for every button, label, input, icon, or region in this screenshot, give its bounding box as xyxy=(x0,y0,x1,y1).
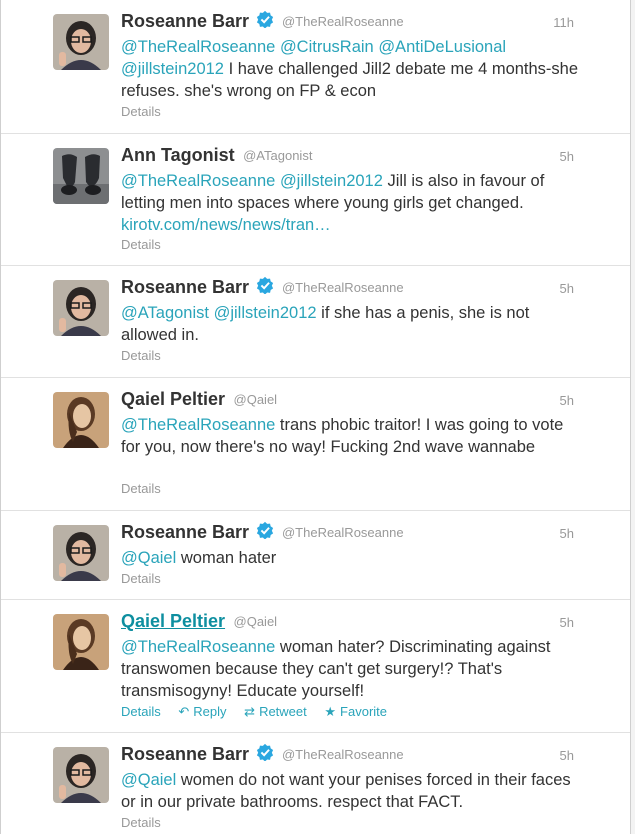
tweet-actions: Details xyxy=(121,348,161,363)
retweet-label: Retweet xyxy=(259,704,307,719)
tweet-text-segment: woman hater xyxy=(176,549,277,567)
tweet-actions: Details xyxy=(121,571,161,586)
mention-link[interactable]: @TheRealRoseanne xyxy=(121,38,275,56)
tweet-timestamp[interactable]: 11h xyxy=(553,15,574,30)
details-link[interactable]: Details xyxy=(121,348,161,363)
verified-badge-icon xyxy=(256,276,273,294)
mention-link[interactable]: @TheRealRoseanne xyxy=(121,416,275,434)
tweet-item[interactable]: Roseanne Barr @TheRealRoseanne 5h @Qaiel… xyxy=(1,511,630,600)
author-name[interactable]: Roseanne Barr xyxy=(121,744,249,764)
mention-link[interactable]: @jillstein2012 xyxy=(121,60,224,78)
avatar-ann-tagonist[interactable] xyxy=(53,148,109,204)
mention-link[interactable]: @TheRealRoseanne xyxy=(121,172,275,190)
mention-link[interactable]: @TheRealRoseanne xyxy=(121,638,275,656)
verified-badge-icon xyxy=(256,521,273,539)
author-name[interactable]: Roseanne Barr xyxy=(121,11,249,31)
author-handle[interactable]: @TheRealRoseanne xyxy=(282,14,404,29)
favorite-label: Favorite xyxy=(340,704,388,719)
tweet-text: @TheRealRoseanne @CitrusRain @AntiDeLusi… xyxy=(121,36,581,102)
reply-icon: ↶ xyxy=(178,704,190,719)
verified-badge-icon xyxy=(256,743,273,761)
tweet-timestamp[interactable]: 5h xyxy=(560,748,574,763)
author-handle[interactable]: @Qaiel xyxy=(234,392,278,407)
retweet-button[interactable]: ⇄ Retweet xyxy=(244,704,307,719)
verified-badge-icon xyxy=(256,10,273,28)
avatar-roseanne[interactable] xyxy=(53,525,109,581)
tweet-text: @TheRealRoseanne @jillstein2012 Jill is … xyxy=(121,170,581,236)
tweet-header: Roseanne Barr @TheRealRoseanne xyxy=(121,276,572,299)
tweet-text-segment: women do not want your penises forced in… xyxy=(121,771,571,811)
mention-link[interactable]: @Qaiel xyxy=(121,549,176,567)
tweet-text: @Qaiel woman hater xyxy=(121,547,581,569)
tweet-header: Qaiel Peltier @Qaiel xyxy=(121,389,572,411)
retweet-icon: ⇄ xyxy=(244,704,256,719)
avatar-roseanne[interactable] xyxy=(53,280,109,336)
reply-label: Reply xyxy=(193,704,227,719)
tweet-actions: Details xyxy=(121,104,161,119)
tweet-header: Ann Tagonist @ATagonist xyxy=(121,145,572,167)
tweet-timestamp[interactable]: 5h xyxy=(560,526,574,541)
author-handle[interactable]: @Qaiel xyxy=(234,614,278,629)
mention-link[interactable]: @jillstein2012 xyxy=(214,304,317,322)
tweet-actions: Details xyxy=(121,237,161,252)
avatar-roseanne[interactable] xyxy=(53,747,109,803)
mention-link[interactable]: @AntiDeLusional xyxy=(378,38,506,56)
tweet-item[interactable]: Ann Tagonist @ATagonist 5h @TheRealRosea… xyxy=(1,134,630,266)
tweet-header: Roseanne Barr @TheRealRoseanne xyxy=(121,521,572,544)
reply-button[interactable]: ↶ Reply xyxy=(178,704,226,719)
author-name[interactable]: Ann Tagonist xyxy=(121,145,235,165)
avatar-qaiel[interactable] xyxy=(53,392,109,448)
tweet-text: @TheRealRoseanne woman hater? Discrimina… xyxy=(121,636,581,702)
tweet-item[interactable]: Qaiel Peltier @Qaiel 5h @TheRealRoseanne… xyxy=(1,378,630,511)
tweet-text: @Qaiel women do not want your penises fo… xyxy=(121,769,581,813)
tweet-header: Roseanne Barr @TheRealRoseanne xyxy=(121,743,572,766)
tweet-header: Qaiel Peltier @Qaiel xyxy=(121,611,572,633)
tweet-item[interactable]: Roseanne Barr @TheRealRoseanne 11h @TheR… xyxy=(1,0,630,134)
author-name[interactable]: Qaiel Peltier xyxy=(121,389,225,409)
avatar-roseanne[interactable] xyxy=(53,14,109,70)
author-name[interactable]: Roseanne Barr xyxy=(121,277,249,297)
mention-link[interactable]: @Qaiel xyxy=(121,771,176,789)
details-link[interactable]: Details xyxy=(121,104,161,119)
author-handle[interactable]: @TheRealRoseanne xyxy=(282,525,404,540)
details-link[interactable]: Details xyxy=(121,815,161,830)
tweet-actions: Details xyxy=(121,481,161,496)
author-name[interactable]: Qaiel Peltier xyxy=(121,611,225,631)
tweet-timeline: Roseanne Barr @TheRealRoseanne 11h @TheR… xyxy=(0,0,631,834)
tweet-item[interactable]: Roseanne Barr @TheRealRoseanne 5h @ATago… xyxy=(1,266,630,378)
tweet-header: Roseanne Barr @TheRealRoseanne xyxy=(121,10,572,33)
tweet-text: @ATagonist @jillstein2012 if she has a p… xyxy=(121,302,581,346)
tweet-timestamp[interactable]: 5h xyxy=(560,393,574,408)
tweet-item[interactable]: Qaiel Peltier @Qaiel 5h @TheRealRoseanne… xyxy=(1,600,630,733)
tweet-timestamp[interactable]: 5h xyxy=(560,149,574,164)
avatar-qaiel[interactable] xyxy=(53,614,109,670)
details-link[interactable]: Details xyxy=(121,704,161,719)
details-link[interactable]: Details xyxy=(121,481,161,496)
favorite-button[interactable]: ★ Favorite xyxy=(324,704,387,719)
tweet-timestamp[interactable]: 5h xyxy=(560,281,574,296)
author-handle[interactable]: @TheRealRoseanne xyxy=(282,280,404,295)
details-link[interactable]: Details xyxy=(121,237,161,252)
mention-link[interactable]: kirotv.com/news/news/tran… xyxy=(121,216,331,234)
star-icon: ★ xyxy=(324,704,337,719)
author-name[interactable]: Roseanne Barr xyxy=(121,522,249,542)
mention-link[interactable]: @jillstein2012 xyxy=(280,172,383,190)
tweet-timestamp[interactable]: 5h xyxy=(560,615,574,630)
tweet-actions: Details xyxy=(121,815,161,830)
tweet-text: @TheRealRoseanne trans phobic traitor! I… xyxy=(121,414,581,458)
mention-link[interactable]: @CitrusRain xyxy=(280,38,374,56)
author-handle[interactable]: @TheRealRoseanne xyxy=(282,747,404,762)
author-handle[interactable]: @ATagonist xyxy=(243,148,312,163)
details-link[interactable]: Details xyxy=(121,571,161,586)
tweet-item[interactable]: Roseanne Barr @TheRealRoseanne 5h @Qaiel… xyxy=(1,733,630,834)
tweet-actions: Details ↶ Reply ⇄ Retweet ★ Favorite xyxy=(121,704,387,720)
mention-link[interactable]: @ATagonist xyxy=(121,304,209,322)
